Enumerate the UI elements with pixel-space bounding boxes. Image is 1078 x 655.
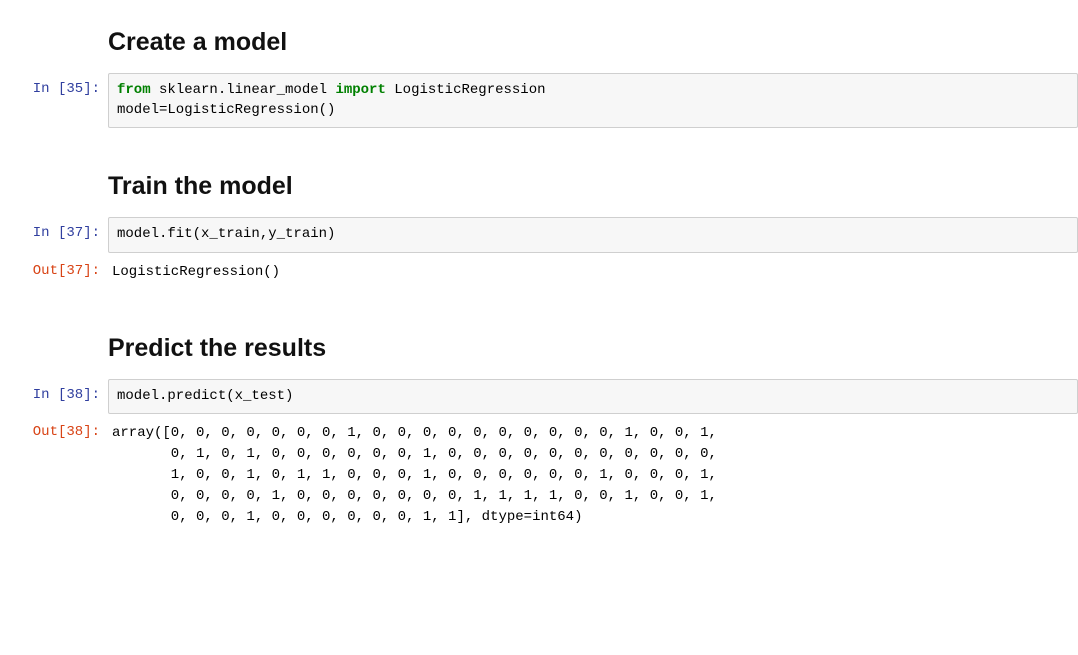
prompt-spacer: . xyxy=(0,12,108,52)
in-prompt-35: In [35]: xyxy=(0,73,108,101)
code-input-38[interactable]: model.predict(x_test) xyxy=(108,379,1078,415)
out-prompt-37: Out[37]: xyxy=(0,255,108,283)
code-input-35[interactable]: from sklearn.linear_model import Logisti… xyxy=(108,73,1078,128)
out-prompt-38: Out[38]: xyxy=(0,416,108,444)
tok-logreg: LogisticRegression xyxy=(386,82,546,98)
heading-train: . Train the model xyxy=(0,156,1078,215)
heading-train-text: Train the model xyxy=(108,172,1078,201)
code-input-37[interactable]: model.fit(x_train,y_train) xyxy=(108,217,1078,253)
in-prompt-38: In [38]: xyxy=(0,379,108,407)
kw-import: import xyxy=(335,82,385,98)
prompt-spacer: . xyxy=(0,318,108,358)
kw-from: from xyxy=(117,82,151,98)
heading-create-text: Create a model xyxy=(108,28,1078,57)
output-cell-38: Out[38]: array([0, 0, 0, 0, 0, 0, 0, 1, … xyxy=(0,416,1078,535)
heading-create: . Create a model xyxy=(0,12,1078,71)
output-cell-37: Out[37]: LogisticRegression() xyxy=(0,255,1078,290)
code-output-37: LogisticRegression() xyxy=(108,255,1078,290)
code-cell-37[interactable]: In [37]: model.fit(x_train,y_train) xyxy=(0,217,1078,253)
code-cell-35[interactable]: In [35]: from sklearn.linear_model impor… xyxy=(0,73,1078,128)
heading-predict: . Predict the results xyxy=(0,318,1078,377)
heading-predict-text: Predict the results xyxy=(108,334,1078,363)
code-output-38: array([0, 0, 0, 0, 0, 0, 0, 1, 0, 0, 0, … xyxy=(108,416,1078,535)
prompt-spacer: . xyxy=(0,156,108,196)
tok-sklearn: sklearn.linear_model xyxy=(151,82,336,98)
code-cell-38[interactable]: In [38]: model.predict(x_test) xyxy=(0,379,1078,415)
in-prompt-37: In [37]: xyxy=(0,217,108,245)
code-line-2: model=LogisticRegression() xyxy=(117,102,335,118)
